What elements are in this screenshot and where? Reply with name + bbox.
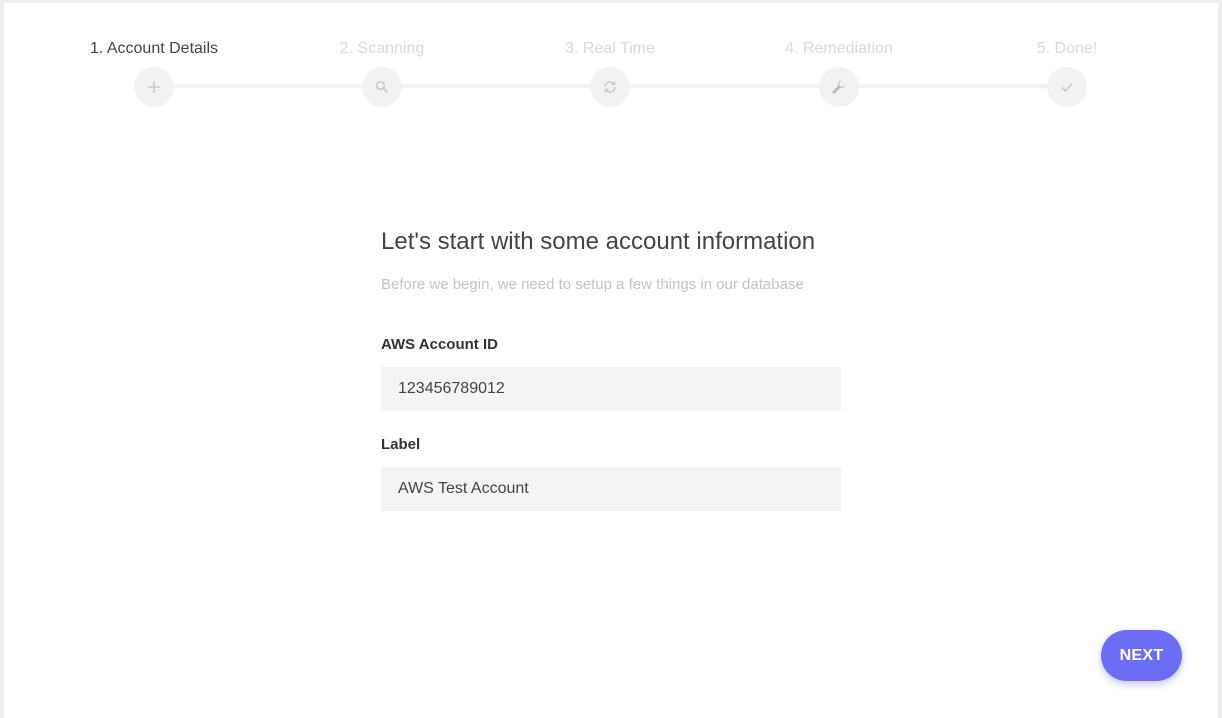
form-subtitle: Before we begin, we need to setup a few … (381, 276, 804, 293)
check-icon (1061, 82, 1073, 93)
step-label: 2. Scanning (339, 40, 425, 57)
plus-icon (148, 81, 160, 93)
account-label-label: Label (381, 436, 421, 453)
step-circle (590, 67, 630, 107)
step-circle (362, 67, 402, 107)
aws-account-id-label: AWS Account ID (381, 336, 498, 353)
wizard-card: 1. Account Details 2. Scanning 3. Real T… (4, 3, 1218, 718)
step-label: 5. Done! (1036, 40, 1098, 57)
step-circle (1047, 67, 1087, 107)
step-label: 1. Account Details (89, 40, 219, 57)
search-icon (375, 80, 388, 93)
step-circle (134, 67, 174, 107)
step-label: 4. Remediation (785, 40, 893, 57)
step-circle (819, 67, 859, 107)
wrench-icon (832, 80, 846, 94)
next-button[interactable]: NEXT (1101, 630, 1182, 681)
stepper: 1. Account Details 2. Scanning 3. Real T… (4, 3, 1218, 113)
sync-icon (604, 81, 616, 93)
account-label-input[interactable] (381, 467, 841, 511)
step-label: 3. Real Time (565, 40, 655, 57)
aws-account-id-input[interactable] (381, 367, 841, 411)
form-title: Let's start with some account informatio… (381, 228, 816, 255)
